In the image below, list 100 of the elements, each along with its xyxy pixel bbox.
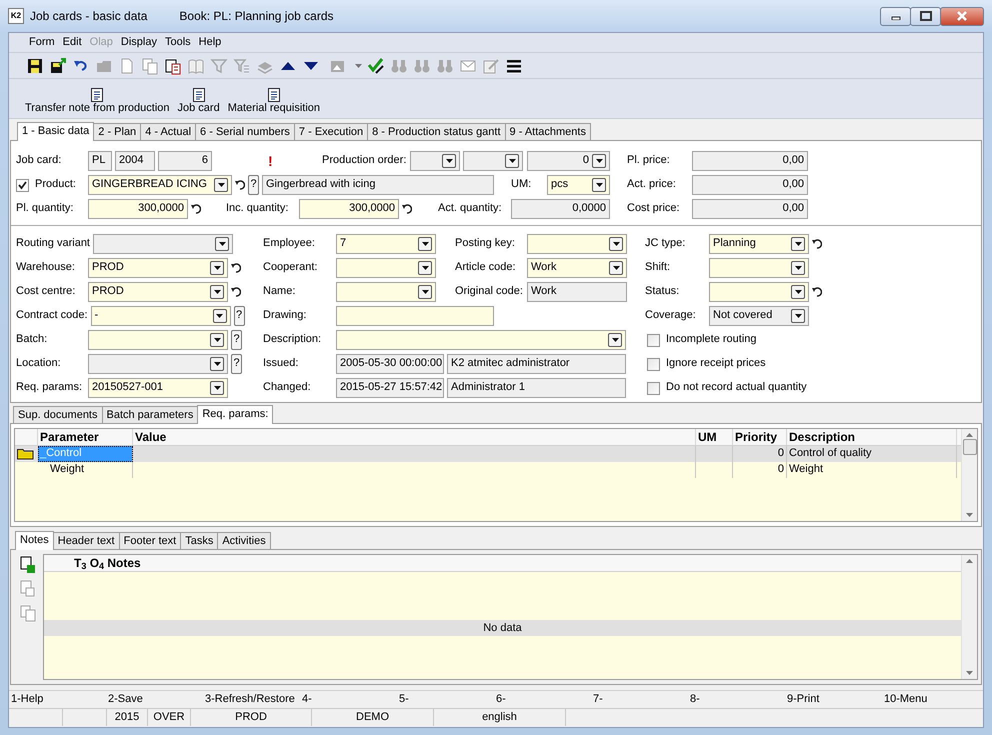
text-field[interactable]: 6 [158, 151, 212, 171]
dropdown-button[interactable] [609, 237, 623, 251]
column-header[interactable]: Value [133, 429, 696, 445]
folder-icon[interactable] [17, 448, 34, 460]
action-button[interactable]: Material requisition [228, 88, 320, 115]
scroll-up-icon[interactable] [966, 559, 973, 563]
combo-box[interactable]: PROD [88, 258, 228, 278]
text-field[interactable]: Work [527, 282, 627, 302]
dropdown-button[interactable] [791, 285, 805, 299]
combo-box[interactable]: Work [527, 258, 627, 278]
dropdown-button[interactable] [418, 261, 432, 275]
dropdown-button[interactable] [592, 154, 606, 168]
combo-box[interactable] [336, 282, 436, 302]
history-icon[interactable] [231, 287, 241, 297]
scroll-thumb[interactable] [962, 439, 976, 455]
action-button[interactable]: Job card [178, 88, 220, 115]
combo-box[interactable]: Planning [709, 234, 809, 254]
text-field[interactable]: 300,0000 [299, 199, 399, 219]
column-header[interactable]: Description [787, 429, 957, 445]
tab[interactable]: Footer text [118, 532, 182, 549]
history-icon[interactable] [231, 263, 241, 273]
combo-box[interactable]: - [90, 306, 231, 326]
column-header[interactable]: T$_{3}$ O$_{4}$ Notes [74, 556, 141, 570]
floppy-icon[interactable] [26, 56, 44, 74]
table-row[interactable]: Weight 0 Weight [15, 462, 961, 478]
history-icon[interactable] [402, 204, 412, 214]
menu-item[interactable]: Form [25, 36, 59, 50]
text-field[interactable]: 0,0000 [511, 199, 610, 219]
tab[interactable]: Activities [217, 532, 271, 549]
scroll-up-icon[interactable] [966, 433, 973, 437]
tab[interactable]: Header text [52, 532, 120, 549]
function-key[interactable]: 4- [300, 692, 397, 706]
text-field[interactable]: Gingerbread with icing [262, 175, 494, 195]
dropdown-button[interactable] [505, 154, 519, 168]
tab[interactable]: 2 - Plan [93, 123, 142, 140]
dropdown-button[interactable] [210, 261, 224, 275]
history-icon[interactable] [812, 287, 822, 297]
text-field[interactable]: 2005-05-30 00:00:00 [336, 354, 444, 374]
function-key[interactable]: 3-Refresh/Restore [203, 692, 300, 706]
history-icon[interactable] [812, 239, 822, 249]
text-field[interactable]: 0,00 [692, 151, 808, 171]
dropdown-button[interactable] [210, 357, 224, 371]
text-field[interactable]: 2015-05-27 15:57:42 [336, 378, 444, 398]
dropdown-button[interactable] [210, 333, 224, 347]
dropdown-button[interactable] [791, 261, 805, 275]
function-key[interactable]: 1-Help [9, 692, 106, 706]
dropdown-button[interactable] [215, 237, 229, 251]
dropdown-button[interactable] [214, 178, 228, 192]
maximize-button[interactable] [910, 6, 941, 26]
tab[interactable]: Req. params: [197, 405, 274, 424]
dropdown-button[interactable] [442, 154, 456, 168]
help-button[interactable]: ? [234, 306, 245, 326]
checkbox[interactable] [647, 334, 660, 346]
tab[interactable]: Tasks [180, 532, 218, 549]
text-field[interactable]: Administrator 1 [447, 378, 626, 398]
minimize-button[interactable] [880, 6, 911, 26]
column-header[interactable]: UM [696, 429, 733, 445]
tab[interactable]: 9 - Attachments [504, 123, 591, 140]
dropdown-button[interactable] [210, 381, 224, 395]
floppy-arrow-icon[interactable] [49, 56, 67, 74]
column-header[interactable]: Parameter [38, 429, 133, 445]
column-header[interactable]: Priority [733, 429, 787, 445]
dropdown-button[interactable] [418, 237, 432, 251]
checkbox[interactable] [647, 382, 660, 394]
tab[interactable]: 7 - Execution [294, 123, 368, 140]
caret-icon[interactable] [355, 64, 362, 68]
help-button[interactable]: ? [231, 354, 242, 374]
text-field[interactable]: 300,0000 [88, 199, 188, 219]
combo-box[interactable] [709, 258, 809, 278]
text-field[interactable]: 0,00 [692, 199, 808, 219]
function-key[interactable]: 8- [688, 692, 785, 706]
text-field[interactable]: K2 atmitec administrator [447, 354, 626, 374]
text-field[interactable]: 0,00 [692, 175, 808, 195]
combo-box[interactable] [93, 234, 233, 254]
dropdown-button[interactable] [608, 333, 622, 347]
scrollbar[interactable] [961, 429, 977, 521]
action-button[interactable]: Transfer note from production [25, 88, 170, 115]
tab[interactable]: Notes [15, 531, 54, 550]
combo-box[interactable]: Not covered [709, 306, 809, 326]
combo-box[interactable]: 20150527-001 [88, 378, 228, 398]
menu-item[interactable]: Display [116, 36, 161, 50]
dropdown-button[interactable] [791, 237, 805, 251]
function-key[interactable]: 7- [591, 692, 688, 706]
history-icon[interactable] [235, 180, 245, 190]
combo-box[interactable]: PROD [88, 282, 228, 302]
tab[interactable]: 6 - Serial numbers [195, 123, 295, 140]
text-field[interactable]: PL [88, 151, 112, 171]
dropdown-button[interactable] [592, 178, 606, 192]
combo-box[interactable]: 0 [527, 151, 610, 171]
dropdown-button[interactable] [609, 261, 623, 275]
combo-box[interactable]: 7 [336, 234, 436, 254]
clipboard-icon[interactable] [164, 56, 182, 74]
function-key[interactable]: 6- [494, 692, 591, 706]
close-button[interactable] [940, 6, 984, 26]
tab[interactable]: 4 - Actual [140, 123, 196, 140]
menu-item[interactable]: Help [194, 36, 226, 50]
function-key[interactable]: 10-Menu [882, 692, 979, 706]
dropdown-button[interactable] [210, 285, 224, 299]
scrollbar[interactable] [961, 555, 977, 679]
scroll-down-icon[interactable] [966, 513, 973, 517]
